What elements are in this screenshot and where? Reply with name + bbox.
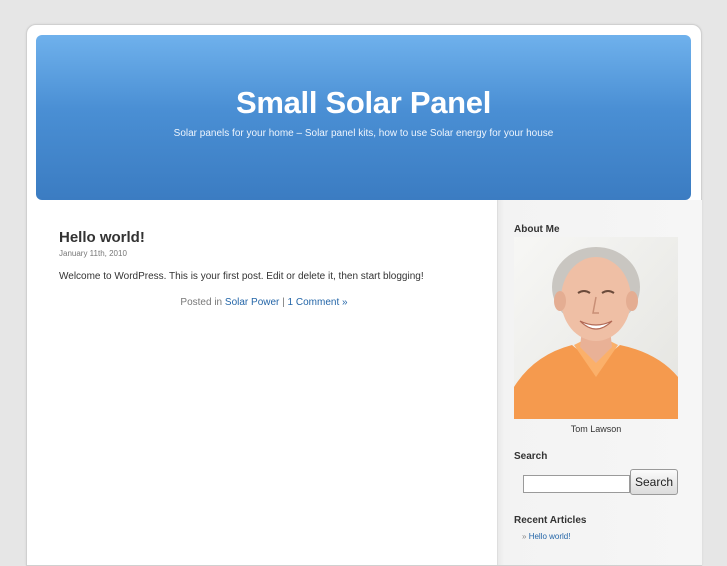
post-body: Welcome to WordPress. This is your first… bbox=[59, 271, 424, 282]
recent-articles-heading: Recent Articles bbox=[514, 515, 587, 526]
posted-in-label: Posted in bbox=[180, 297, 223, 308]
site-header: Small Solar Panel Solar panels for your … bbox=[36, 35, 691, 200]
meta-separator: | bbox=[282, 297, 285, 308]
photo-caption: Tom Lawson bbox=[570, 424, 622, 434]
post-title[interactable]: Hello world! bbox=[59, 229, 469, 246]
about-heading: About Me bbox=[514, 224, 560, 235]
blog-title[interactable]: Small Solar Panel bbox=[36, 35, 691, 121]
page-container: Small Solar Panel Solar panels for your … bbox=[26, 24, 702, 566]
search-button[interactable]: Search bbox=[630, 469, 678, 495]
search-heading: Search bbox=[514, 451, 548, 462]
recent-article-link[interactable]: Hello world! bbox=[529, 532, 571, 541]
list-item: » Hello world! bbox=[522, 532, 570, 541]
post-meta: Posted in Solar Power | 1 Comment » bbox=[59, 297, 469, 308]
profile-photo bbox=[514, 237, 678, 419]
blog-tagline: Solar panels for your home – Solar panel… bbox=[173, 128, 554, 139]
bullet: » bbox=[522, 532, 527, 541]
profile-photo-illustration bbox=[514, 237, 678, 419]
comments-link[interactable]: 1 Comment » bbox=[288, 297, 348, 308]
post-date: January 11th, 2010 bbox=[59, 249, 127, 258]
search-input[interactable] bbox=[523, 475, 630, 493]
sidebar: About Me Tom Lawson Search Search Recent… bbox=[497, 200, 702, 565]
category-link[interactable]: Solar Power bbox=[225, 297, 279, 308]
main-content: Hello world! January 11th, 2010 Welcome … bbox=[59, 229, 469, 308]
